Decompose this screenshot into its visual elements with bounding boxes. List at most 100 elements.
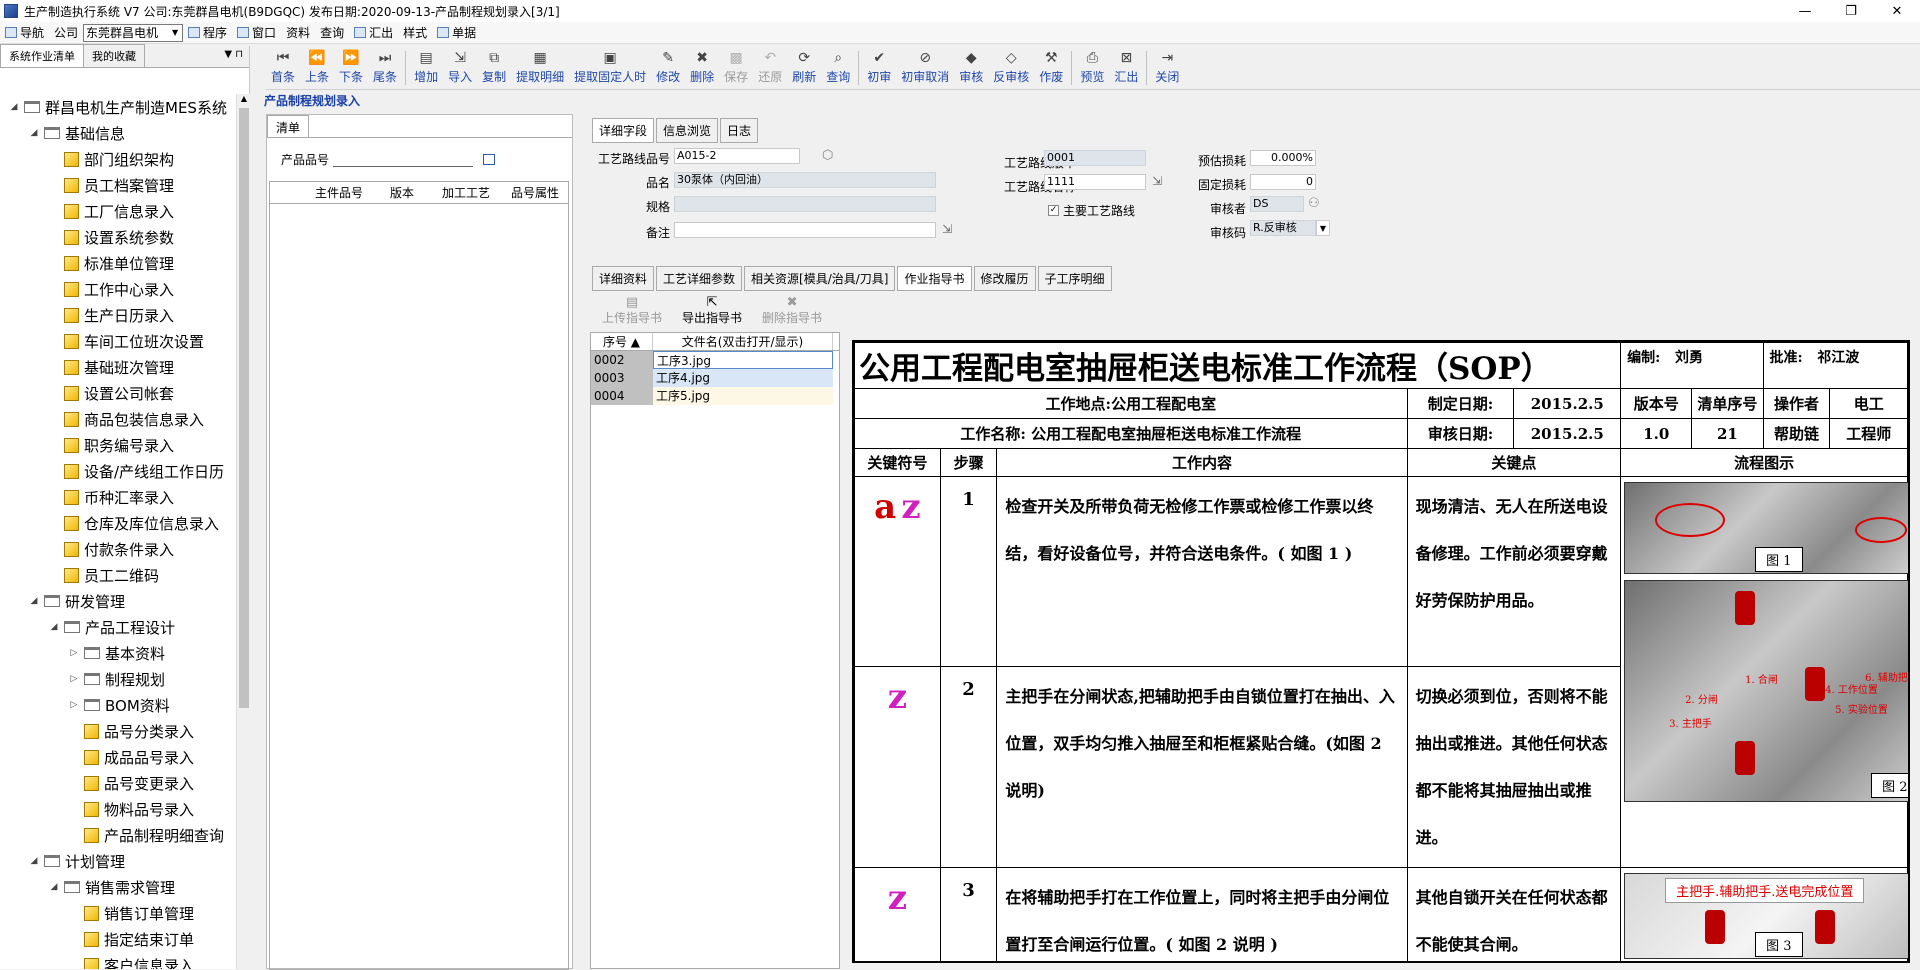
tree-item[interactable]: 生产日历录入 xyxy=(0,302,236,328)
middle-splitter[interactable] xyxy=(574,114,584,969)
toolbar-button[interactable]: ⏩ 下条 xyxy=(334,50,368,85)
menu-data[interactable]: 资料 xyxy=(281,22,315,44)
tree-item[interactable]: 销售订单管理 xyxy=(0,900,236,926)
expand-toggle-icon[interactable]: ◢ xyxy=(48,882,60,892)
left-splitter[interactable] xyxy=(250,46,262,969)
spec-field[interactable] xyxy=(674,196,936,212)
tree-item[interactable]: ◢ 计划管理 xyxy=(0,848,236,874)
product-no-input[interactable] xyxy=(333,153,474,167)
table-row[interactable]: 0002 工序3.jpg xyxy=(591,350,839,369)
tree-item[interactable]: 工作中心录入 xyxy=(0,276,236,302)
tree-item[interactable]: 币种汇率录入 xyxy=(0,484,236,510)
menu-company[interactable]: 公司 xyxy=(49,22,83,44)
tree-item[interactable]: ◢ 基础信息 xyxy=(0,120,236,146)
expand-toggle-icon[interactable]: ▷ xyxy=(68,648,80,658)
guide-toolbar-button[interactable]: ✖ 删除指导书 xyxy=(752,295,832,326)
sub-tab[interactable]: 工艺详细参数 xyxy=(656,266,743,291)
edit-icon[interactable]: ⇲ xyxy=(1152,174,1162,188)
toolbar-button[interactable]: ◆ 审核 xyxy=(954,50,988,85)
toolbar-button[interactable]: ▩ 保存 xyxy=(719,50,753,85)
col-file[interactable]: 文件名(双击打开/显示) xyxy=(653,333,833,350)
tree-item[interactable]: 设备/产线组工作日历 xyxy=(0,458,236,484)
nav-scrollbar[interactable]: ▲ xyxy=(236,94,250,969)
expand-toggle-icon[interactable]: ◢ xyxy=(48,622,60,632)
expand-toggle-icon[interactable]: ▷ xyxy=(68,674,80,684)
guide-toolbar-button[interactable]: ⇱ 导出指导书 xyxy=(672,295,752,326)
route-name-field[interactable]: 1111 xyxy=(1044,174,1146,190)
tree-item[interactable]: 部门组织架构 xyxy=(0,146,236,172)
toolbar-button[interactable]: ⟳ 刷新 xyxy=(787,50,821,85)
audit-code-select[interactable]: R.反审核 xyxy=(1250,220,1316,236)
company-select[interactable]: 东莞群昌电机 ▼ xyxy=(83,23,184,42)
expand-toggle-icon[interactable]: ◢ xyxy=(8,102,20,112)
maximize-icon[interactable]: ❐ xyxy=(1828,0,1874,22)
remark-field[interactable] xyxy=(674,222,936,238)
version-field[interactable]: 0001 xyxy=(1044,150,1146,166)
main-route-checkbox[interactable]: ✓ 主要工艺路线 xyxy=(1048,202,1135,219)
menu-style[interactable]: 样式 xyxy=(398,22,432,44)
scroll-thumb[interactable] xyxy=(239,108,249,708)
expand-toggle-icon[interactable]: ▷ xyxy=(68,700,80,710)
tree-item[interactable]: 设置公司帐套 xyxy=(0,380,236,406)
toolbar-button[interactable]: ⇲ 导入 xyxy=(443,50,477,85)
cube-icon[interactable]: ⬡ xyxy=(822,148,833,163)
sub-tab[interactable]: 作业指导书 xyxy=(897,266,972,291)
expand-toggle-icon[interactable]: ◢ xyxy=(28,856,40,866)
tab-list[interactable]: 清单 xyxy=(267,115,310,137)
sub-tab[interactable]: 详细资料 xyxy=(592,266,655,291)
tree-item[interactable]: 物料品号录入 xyxy=(0,796,236,822)
user-icon[interactable]: ⚇ xyxy=(1308,196,1320,211)
tree-item[interactable]: 产品制程明细查询 xyxy=(0,822,236,848)
menu-window[interactable]: 窗口 xyxy=(232,22,281,44)
chevron-down-icon[interactable]: ▼ xyxy=(1316,220,1330,236)
tree-item[interactable]: 设置系统参数 xyxy=(0,224,236,250)
toolbar-button[interactable]: ⌕ 查询 xyxy=(821,50,855,85)
col-seq[interactable]: 序号 ▲ xyxy=(591,333,653,350)
edit-icon[interactable]: ⇲ xyxy=(942,222,952,236)
picker-icon[interactable] xyxy=(483,154,496,165)
table-row[interactable]: 0004 工序5.jpg xyxy=(591,386,839,405)
toolbar-button[interactable]: ⇥ 关闭 xyxy=(1150,50,1184,85)
tree-item[interactable]: ◢ 研发管理 xyxy=(0,588,236,614)
toolbar-button[interactable]: ⊠ 汇出 xyxy=(1109,50,1143,85)
fixed-loss-field[interactable]: 0 xyxy=(1250,174,1316,190)
toolbar-button[interactable]: ◇ 反审核 xyxy=(988,50,1034,85)
toolbar-button[interactable]: ✔ 初审 xyxy=(862,50,896,85)
tree-item[interactable]: 客户信息录入 xyxy=(0,952,236,969)
guide-toolbar-button[interactable]: ▤ 上传指导书 xyxy=(592,295,672,326)
toolbar-button[interactable]: ✖ 删除 xyxy=(685,50,719,85)
tree-item[interactable]: ▷ BOM资料 xyxy=(0,692,236,718)
pin-icon[interactable]: ▼ ⊓ xyxy=(224,49,243,60)
expand-toggle-icon[interactable]: ◢ xyxy=(28,128,40,138)
menu-nav[interactable]: 导航 xyxy=(0,22,49,44)
toolbar-button[interactable]: ⊘ 初审取消 xyxy=(896,50,954,85)
tree-item[interactable]: 标准单位管理 xyxy=(0,250,236,276)
close-icon[interactable]: ✕ xyxy=(1874,0,1920,22)
tree-item[interactable]: 品号变更录入 xyxy=(0,770,236,796)
tree-item[interactable]: 品号分类录入 xyxy=(0,718,236,744)
tree-item[interactable]: ◢ 销售需求管理 xyxy=(0,874,236,900)
name-field[interactable]: 30泵体（内回油） xyxy=(674,172,936,188)
loss-field[interactable]: 0.000% xyxy=(1250,150,1316,166)
toolbar-button[interactable]: ▦ 提取明细 xyxy=(511,50,569,85)
menu-export[interactable]: 汇出 xyxy=(349,22,398,44)
tree-item[interactable]: 成品品号录入 xyxy=(0,744,236,770)
tree-item[interactable]: 基础班次管理 xyxy=(0,354,236,380)
sub-tab[interactable]: 子工序明细 xyxy=(1037,266,1112,291)
toolbar-button[interactable]: ✎ 修改 xyxy=(651,50,685,85)
menu-program[interactable]: 程序 xyxy=(183,22,232,44)
tab-log[interactable]: 日志 xyxy=(720,118,759,143)
sub-tab[interactable]: 修改履历 xyxy=(973,266,1036,291)
tab-system-jobs[interactable]: 系统作业清单 xyxy=(0,44,84,67)
tree-item[interactable]: ◢ 群昌电机生产制造MES系统 xyxy=(0,94,236,120)
toolbar-button[interactable]: ⧉ 复制 xyxy=(477,50,511,85)
tree-item[interactable]: ▷ 制程规划 xyxy=(0,666,236,692)
toolbar-button[interactable]: ⎙ 预览 xyxy=(1075,50,1109,85)
tree-item[interactable]: 指定结束订单 xyxy=(0,926,236,952)
route-no-field[interactable]: A015-2 xyxy=(674,148,800,164)
col-process[interactable]: 加工工艺 xyxy=(430,184,502,201)
expand-toggle-icon[interactable]: ◢ xyxy=(28,596,40,606)
tree-item[interactable]: ◢ 产品工程设计 xyxy=(0,614,236,640)
tree-item[interactable]: 员工二维码 xyxy=(0,562,236,588)
auditor-field[interactable]: DS xyxy=(1250,196,1304,212)
